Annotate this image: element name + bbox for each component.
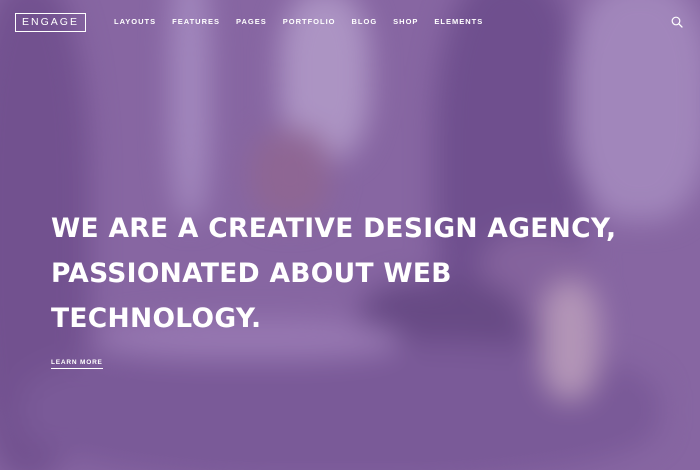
nav-item-portfolio[interactable]: PORTFOLIO (283, 17, 336, 26)
nav-item-pages[interactable]: PAGES (236, 17, 267, 26)
nav-item-shop[interactable]: SHOP (393, 17, 418, 26)
logo[interactable]: ENGAGE (15, 13, 86, 32)
hero-headline: WE ARE A CREATIVE DESIGN AGENCY, PASSION… (51, 206, 671, 341)
headline-line: WE ARE A CREATIVE DESIGN AGENCY, (51, 213, 617, 244)
headline-line: PASSIONATED ABOUT WEB (51, 258, 452, 289)
nav-item-elements[interactable]: ELEMENTS (434, 17, 483, 26)
nav-item-layouts[interactable]: LAYOUTS (114, 17, 156, 26)
nav-item-blog[interactable]: BLOG (351, 17, 377, 26)
hero-section: ENGAGE LAYOUTS FEATURES PAGES PORTFOLIO … (0, 0, 700, 470)
learn-more-link[interactable]: LEARN MORE (51, 359, 103, 369)
headline-line: TECHNOLOGY. (51, 303, 262, 334)
search-icon[interactable] (671, 15, 683, 28)
main-menu: LAYOUTS FEATURES PAGES PORTFOLIO BLOG SH… (114, 17, 499, 26)
top-navigation: ENGAGE LAYOUTS FEATURES PAGES PORTFOLIO … (0, 0, 700, 44)
nav-item-features[interactable]: FEATURES (172, 17, 220, 26)
